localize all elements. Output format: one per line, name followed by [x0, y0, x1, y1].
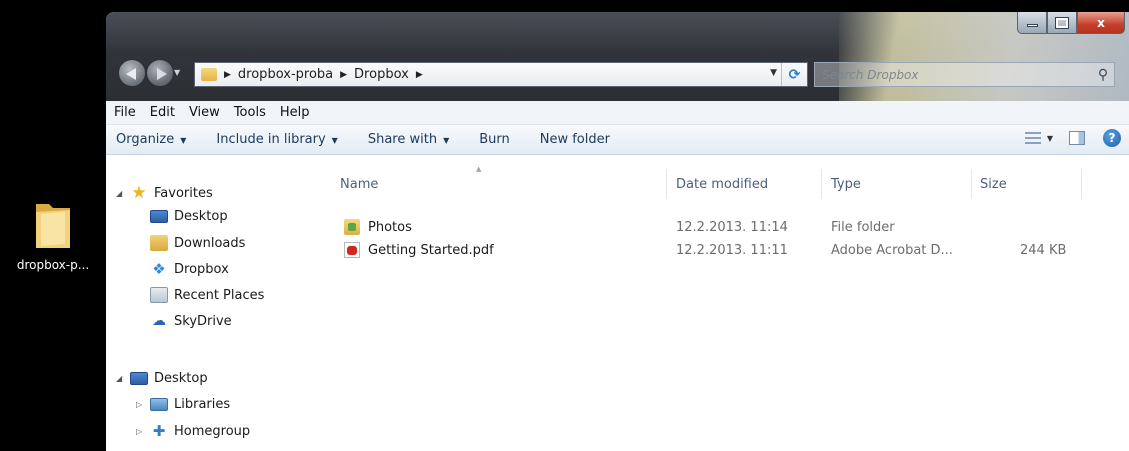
new-folder-button[interactable]: New folder: [540, 132, 610, 147]
chevron-right-icon[interactable]: ▶: [340, 70, 347, 80]
folder-icon: [201, 68, 217, 81]
nav-desktop-root[interactable]: ◢ Desktop: [116, 371, 208, 386]
forward-arrow-icon: [157, 68, 167, 80]
chevron-down-icon[interactable]: ▼: [1047, 134, 1053, 143]
change-view-icon[interactable]: [1024, 132, 1041, 144]
collapse-arrow-icon[interactable]: ▷: [136, 400, 146, 409]
file-type: Adobe Acrobat D...: [831, 243, 953, 258]
forward-button[interactable]: [146, 59, 174, 87]
maximize-button[interactable]: [1047, 12, 1077, 34]
help-icon[interactable]: ?: [1103, 129, 1121, 147]
preview-pane-icon[interactable]: [1069, 131, 1085, 145]
nav-item-libraries[interactable]: ▷ Libraries: [136, 397, 230, 412]
chevron-down-icon: ▼: [180, 136, 187, 145]
menu-edit[interactable]: Edit: [150, 105, 175, 120]
file-list: ▲ Name Date modified Type Size Photos 12…: [316, 155, 1129, 451]
burn-button[interactable]: Burn: [479, 132, 510, 147]
minimize-button[interactable]: [1017, 12, 1047, 34]
back-arrow-icon: [126, 68, 136, 80]
refresh-icon: ⟳: [788, 66, 801, 83]
file-name: Getting Started.pdf: [368, 243, 494, 258]
pdf-icon: [344, 242, 360, 258]
command-bar: Organize ▼ Include in library ▼ Share with…: [106, 125, 1129, 155]
table-row[interactable]: Getting Started.pdf 12.2.2013. 11:11 Ado…: [316, 240, 1129, 262]
star-icon: ★: [131, 183, 147, 203]
collapse-arrow-icon[interactable]: ▷: [136, 427, 146, 436]
chevron-right-icon[interactable]: ▶: [224, 70, 231, 80]
chevron-right-icon[interactable]: ▶: [416, 70, 423, 80]
recent-pages-dropdown[interactable]: ▼: [174, 68, 184, 78]
search-icon[interactable]: ⚲: [1092, 67, 1114, 83]
desktop-icon: [150, 210, 168, 223]
maximize-icon: [1055, 16, 1069, 29]
homegroup-icon: ✚: [152, 422, 166, 440]
menu-help[interactable]: Help: [280, 105, 310, 120]
folder-icon: [344, 219, 360, 235]
breadcrumb-dropbox[interactable]: Dropbox: [354, 67, 409, 82]
menu-file[interactable]: File: [114, 105, 136, 120]
window-frame: x ▼ ▶ dropbox-proba ▶ Dropbox ▶ ▼ ⟳ Sear…: [106, 12, 1129, 101]
sort-ascending-icon: ▲: [476, 165, 482, 173]
address-dropdown-icon[interactable]: ▼: [770, 68, 777, 78]
column-header-type[interactable]: Type: [831, 177, 861, 192]
nav-item-dropbox[interactable]: ❖ Dropbox: [150, 261, 229, 277]
menu-bar: File Edit View Tools Help: [106, 101, 1129, 125]
nav-item-homegroup[interactable]: ▷ ✚ Homegroup: [136, 423, 250, 439]
dropbox-icon: ❖: [152, 260, 166, 278]
file-date: 12.2.2013. 11:14: [676, 220, 788, 235]
expand-arrow-icon[interactable]: ◢: [116, 189, 126, 198]
close-icon: x: [1097, 15, 1105, 30]
refresh-button[interactable]: ⟳: [781, 63, 807, 86]
libraries-icon: [150, 398, 168, 411]
back-button[interactable]: [118, 59, 146, 87]
nav-favorites[interactable]: ◢ ★ Favorites: [116, 183, 213, 203]
file-size: 244 KB: [1020, 243, 1067, 258]
file-date: 12.2.2013. 11:11: [676, 243, 788, 258]
downloads-icon: [150, 235, 168, 251]
desktop-icon: [130, 372, 148, 385]
caption-buttons: x: [1017, 12, 1125, 36]
nav-item-skydrive[interactable]: ☁ SkyDrive: [150, 313, 232, 329]
file-name: Photos: [368, 220, 412, 235]
folder-icon: [33, 198, 73, 252]
desktop-folder-shortcut[interactable]: dropbox-p...: [6, 198, 100, 272]
navigation-pane: ◢ ★ Favorites Desktop Downloads ❖ Dropbo…: [106, 155, 316, 451]
close-button[interactable]: x: [1077, 12, 1125, 34]
include-in-library-button[interactable]: Include in library ▼: [216, 132, 337, 147]
organize-button[interactable]: Organize ▼: [116, 132, 186, 147]
breadcrumb-dropbox-proba[interactable]: dropbox-proba: [238, 67, 333, 82]
share-with-button[interactable]: Share with ▼: [368, 132, 449, 147]
search-box[interactable]: Search Dropbox ⚲: [814, 62, 1115, 87]
chevron-down-icon: ▼: [331, 136, 338, 145]
search-input[interactable]: Search Dropbox: [822, 68, 1092, 82]
nav-item-downloads[interactable]: Downloads: [150, 235, 245, 251]
nav-item-desktop[interactable]: Desktop: [150, 209, 228, 224]
desktop-icon-label: dropbox-p...: [16, 258, 90, 272]
column-header-date-modified[interactable]: Date modified: [676, 177, 768, 192]
file-type: File folder: [831, 220, 895, 235]
skydrive-cloud-icon: ☁: [152, 313, 166, 329]
recent-places-icon: [150, 287, 168, 303]
explorer-window: x ▼ ▶ dropbox-proba ▶ Dropbox ▶ ▼ ⟳ Sear…: [106, 12, 1129, 451]
nav-item-recent-places[interactable]: Recent Places: [150, 287, 264, 303]
chevron-down-icon: ▼: [443, 136, 450, 145]
address-bar[interactable]: ▶ dropbox-proba ▶ Dropbox ▶ ▼ ⟳: [194, 62, 808, 87]
expand-arrow-icon[interactable]: ◢: [116, 374, 126, 383]
column-header-name[interactable]: Name: [340, 177, 378, 192]
minimize-icon: [1026, 24, 1038, 27]
menu-view[interactable]: View: [189, 105, 220, 120]
menu-tools[interactable]: Tools: [234, 105, 266, 120]
table-row[interactable]: Photos 12.2.2013. 11:14 File folder: [316, 217, 1129, 239]
column-header-size[interactable]: Size: [980, 177, 1007, 192]
